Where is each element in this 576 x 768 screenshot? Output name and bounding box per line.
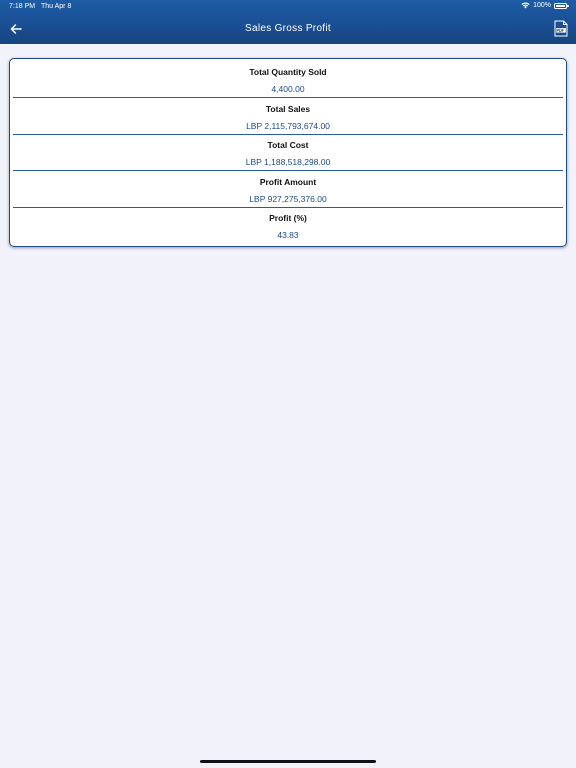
summary-value: LBP 927,275,376.00 — [249, 193, 327, 204]
summary-label: Profit Amount — [259, 176, 317, 187]
wifi-icon — [521, 2, 530, 9]
summary-row-profit-percent: Profit (%) 43.83 — [10, 205, 566, 242]
summary-row-total-sales: Total Sales LBP 2,115,793,674.00 — [10, 96, 566, 133]
summary-label: Total Quantity Sold — [249, 67, 327, 77]
status-date: Thu Apr 8 — [41, 3, 72, 10]
export-pdf-button[interactable] — [554, 20, 568, 37]
summary-value: LBP 2,115,793,674.00 — [246, 120, 330, 131]
summary-value: 4,400.00 — [271, 84, 305, 94]
summary-row-total-quantity-sold: Total Quantity Sold 4,400.00 — [10, 59, 566, 96]
pdf-document-icon — [554, 20, 568, 37]
status-bar: 7:18 PM Thu Apr 8 100% — [0, 0, 576, 14]
battery-percent: 100% — [533, 2, 551, 9]
app-header: 7:18 PM Thu Apr 8 100% Sales Gross Profi… — [0, 0, 576, 44]
summary-value: 43.83 — [277, 230, 299, 240]
summary-label: Total Sales — [265, 103, 311, 114]
summary-row-total-cost: Total Cost LBP 1,188,518,298.00 — [10, 132, 566, 169]
status-indicators: 100% — [521, 2, 569, 9]
summary-row-profit-amount: Profit Amount LBP 927,275,376.00 — [10, 169, 566, 206]
home-indicator[interactable] — [200, 760, 376, 763]
summary-label: Total Cost — [267, 140, 309, 150]
summary-label: Profit (%) — [269, 213, 307, 223]
summary-value: LBP 1,188,518,298.00 — [245, 157, 331, 167]
page-title: Sales Gross Profit — [245, 23, 331, 34]
status-time: 7:18 PM — [9, 3, 36, 10]
gross-profit-summary-card: Total Quantity Sold 4,400.00 Total Sales… — [9, 58, 567, 247]
battery-icon — [554, 2, 569, 9]
